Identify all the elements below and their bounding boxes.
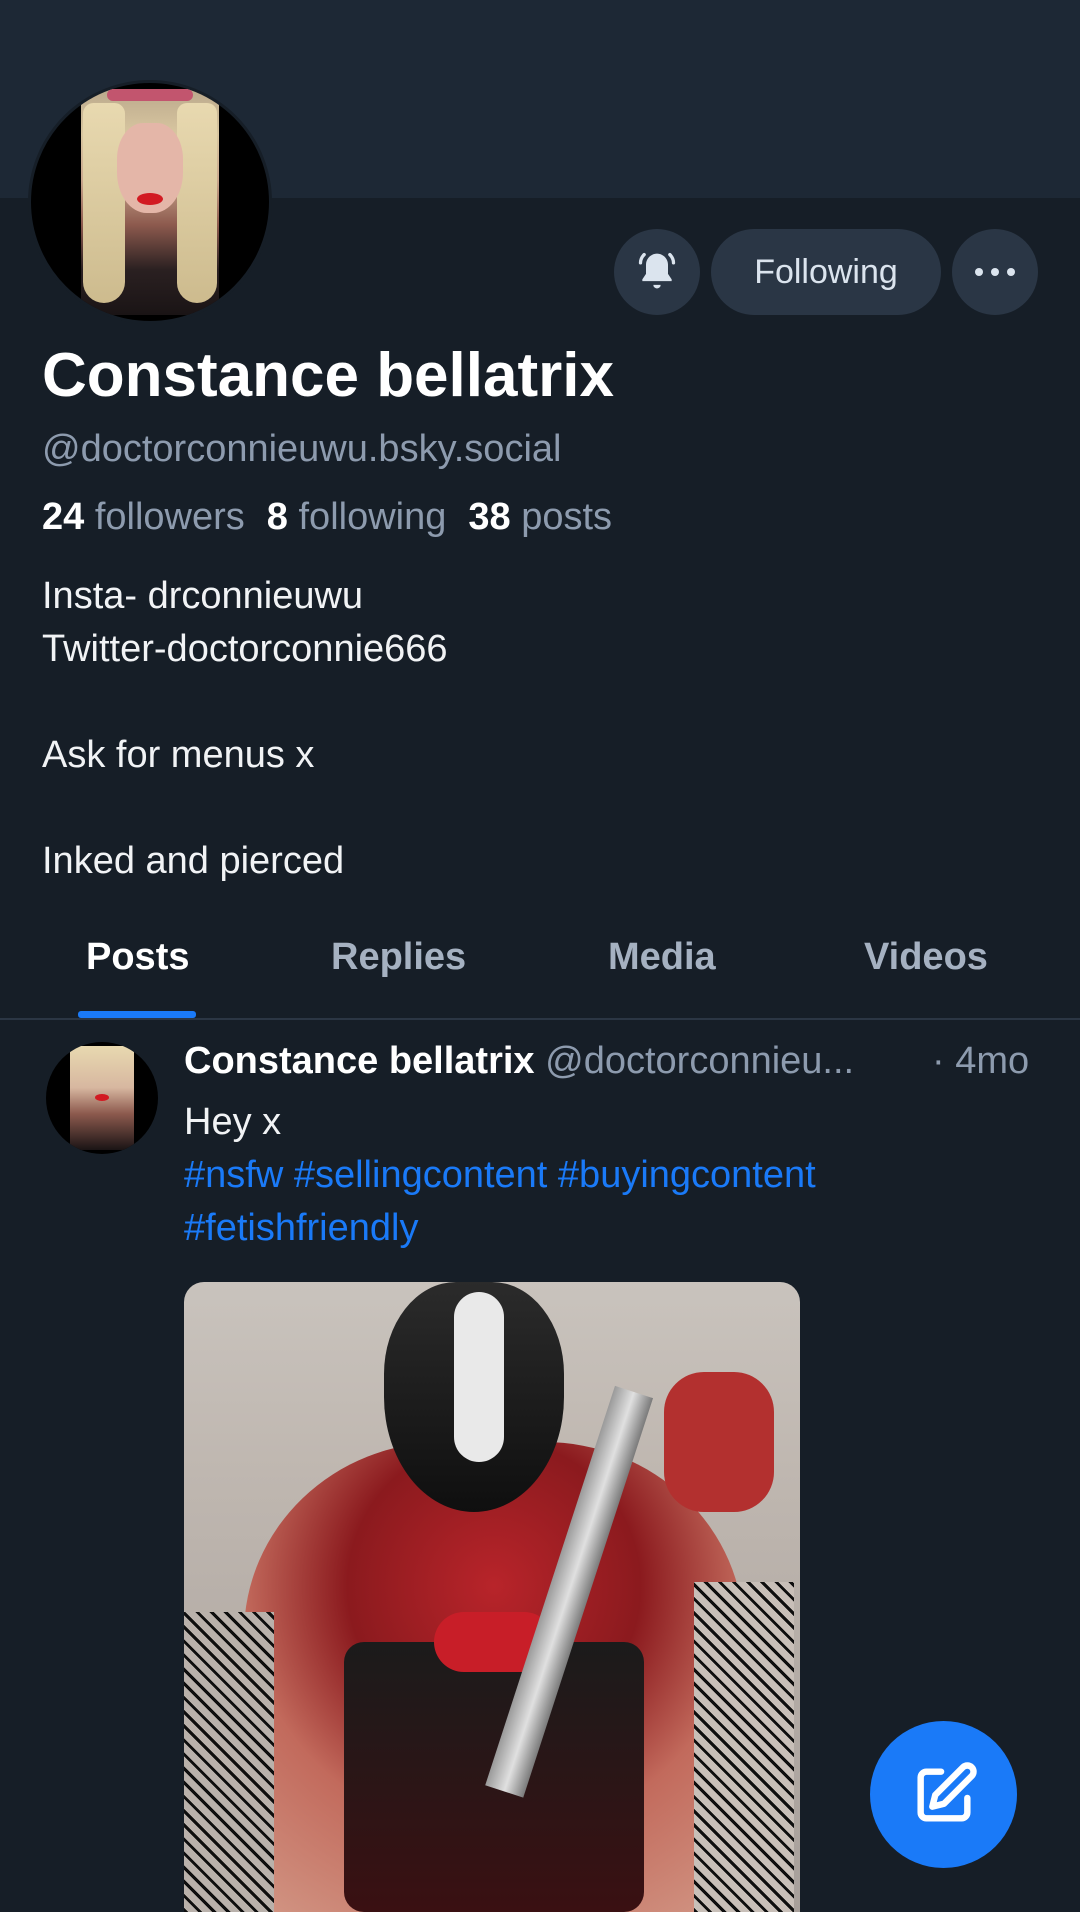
tab-videos[interactable]: Videos xyxy=(864,936,988,979)
hashtag-link[interactable]: #buyingcontent xyxy=(558,1154,816,1196)
post-author-name[interactable]: Constance bellatrix xyxy=(184,1040,535,1082)
avatar-headband xyxy=(107,89,193,101)
following-count: 8 xyxy=(266,496,288,538)
compose-icon xyxy=(916,1761,977,1822)
bio-line: Insta- drconnieuwu xyxy=(42,575,364,617)
profile-stats: 24 followers 8 following 38 posts xyxy=(42,496,612,539)
post-author-handle[interactable]: @doctorconnieu... xyxy=(545,1040,854,1082)
bio-line xyxy=(42,782,448,835)
compose-post-button[interactable] xyxy=(870,1721,1017,1868)
tab-replies[interactable]: Replies xyxy=(331,936,466,979)
bio-line: Inked and pierced xyxy=(42,840,345,882)
bio-line: Twitter-doctorconnie666 xyxy=(42,628,448,670)
following-button-label: Following xyxy=(754,252,898,291)
avatar-lips xyxy=(137,193,163,205)
post-tags: #nsfw #sellingcontent #buyingcontent #fe… xyxy=(184,1149,1004,1255)
hashtag-link[interactable]: #nsfw xyxy=(184,1154,283,1196)
post-image[interactable] xyxy=(184,1282,800,1912)
profile-tabs: Posts Replies Media Videos xyxy=(0,912,1080,1020)
active-tab-indicator xyxy=(78,1011,196,1018)
bio-line xyxy=(42,676,448,729)
posts-stat: 38 posts xyxy=(468,496,612,539)
post-timestamp[interactable]: · 4mo xyxy=(932,1040,1029,1083)
more-dots-icon xyxy=(975,268,1015,276)
followers-stat[interactable]: 24 followers xyxy=(42,496,245,539)
profile-display-name: Constance bellatrix xyxy=(42,341,614,410)
image-mask-mouth xyxy=(454,1292,504,1462)
avatar-hair-left xyxy=(83,103,125,303)
hashtag-link[interactable]: #sellingcontent xyxy=(294,1154,548,1196)
image-fishnet-right xyxy=(694,1582,794,1912)
posts-label: posts xyxy=(521,496,613,538)
profile-bio: Insta- drconnieuwu Twitter-doctorconnie6… xyxy=(42,570,448,888)
posts-count: 38 xyxy=(468,496,511,538)
bell-icon xyxy=(638,252,676,289)
followers-label: followers xyxy=(94,496,245,538)
notifications-button[interactable] xyxy=(614,229,700,315)
image-fishnet-left xyxy=(184,1612,274,1912)
followers-count: 24 xyxy=(42,496,85,538)
bio-line: Ask for menus x xyxy=(42,734,315,776)
post-text: Hey x xyxy=(184,1101,282,1143)
hashtag-link[interactable]: #fetishfriendly xyxy=(184,1207,418,1249)
profile-avatar[interactable] xyxy=(28,80,272,324)
following-stat[interactable]: 8 following xyxy=(267,496,447,539)
post-author-avatar[interactable] xyxy=(46,1042,158,1154)
following-label: following xyxy=(298,496,447,538)
more-options-button[interactable] xyxy=(952,229,1038,315)
tab-posts[interactable]: Posts xyxy=(86,936,189,979)
avatar-lips xyxy=(95,1094,109,1101)
profile-handle: @doctorconnieuwu.bsky.social xyxy=(42,428,562,470)
post-header: Constance bellatrix @doctorconnieu... xyxy=(184,1040,1044,1083)
post-body: Hey x #nsfw #sellingcontent #buyingconte… xyxy=(184,1096,1004,1255)
tab-media[interactable]: Media xyxy=(608,936,716,979)
avatar-hair-right xyxy=(177,103,217,303)
image-hand xyxy=(664,1372,774,1512)
following-button[interactable]: Following xyxy=(711,229,941,315)
